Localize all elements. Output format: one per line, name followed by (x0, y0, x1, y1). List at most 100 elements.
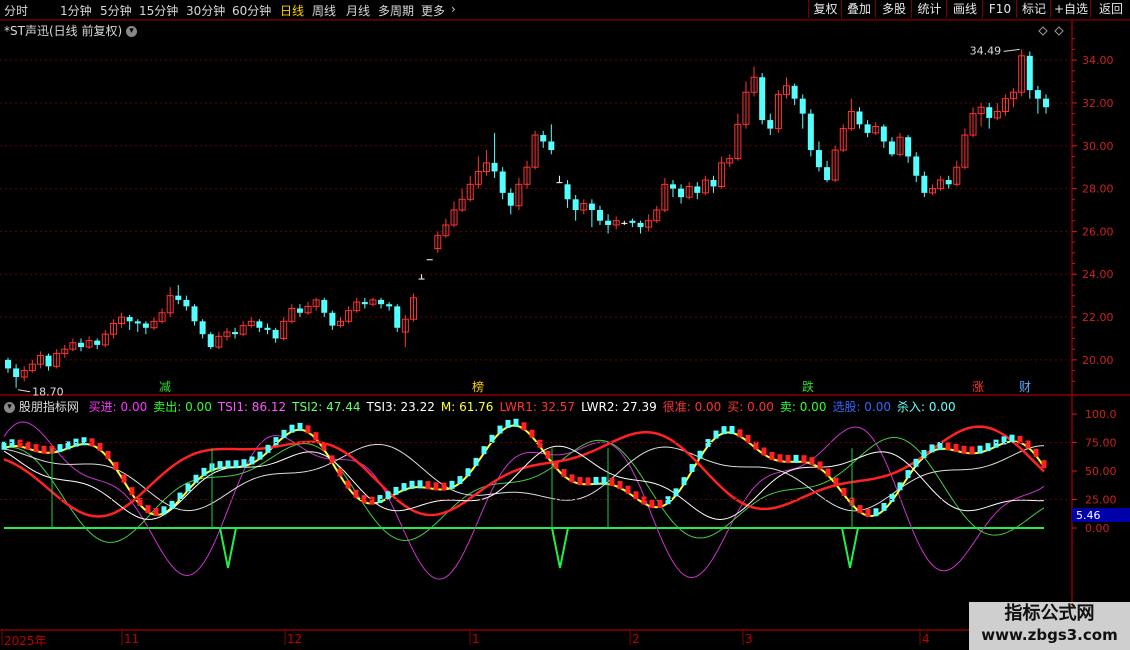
indicator-tick-label: 25.00 (1085, 494, 1117, 507)
toolbar-button-6[interactable]: 标记 (1016, 0, 1051, 18)
candle-body (774, 93, 782, 130)
signal-block (385, 491, 391, 500)
toolbar-button-2[interactable]: 多股 (875, 0, 912, 18)
price-tick-label: 20.00 (1082, 354, 1114, 367)
period-tab-3[interactable]: 15分钟 (139, 2, 178, 19)
toolbar-button-1[interactable]: 叠加 (841, 0, 876, 18)
signal-block (441, 482, 447, 491)
signal-block (401, 483, 407, 492)
indicator-value-5: M: 61.76 (440, 400, 494, 414)
signal-block (185, 483, 191, 492)
signal-block (457, 476, 463, 485)
toolbar-button-5[interactable]: F10 (982, 0, 1017, 18)
diamond-icon (1038, 26, 1048, 36)
signal-block (225, 460, 231, 469)
signal-block (89, 438, 95, 447)
period-tab-2[interactable]: 5分钟 (100, 2, 132, 19)
toolbar-button-8[interactable]: 返回 (1090, 0, 1130, 18)
low-price-label: 18.70 (32, 386, 64, 399)
indicator-tick-label: 0.00 (1085, 522, 1110, 535)
signal-block (889, 493, 895, 502)
period-tab-0[interactable]: 分时 (4, 2, 28, 19)
period-tab-4[interactable]: 30分钟 (186, 2, 225, 19)
toolbar-button-3[interactable]: 统计 (911, 0, 947, 18)
signal-block (345, 480, 351, 489)
toolbar-button-7[interactable]: +自选 (1050, 0, 1091, 18)
candle-body (694, 186, 701, 193)
signal-block (793, 454, 799, 463)
candle-body (685, 185, 693, 198)
period-tab-6[interactable]: 日线 (280, 2, 304, 19)
signal-block (1025, 440, 1031, 449)
top-toolbar: 分时 1分钟 5分钟 15分钟 30分钟 60分钟 日线 周线 月线 多周期 更多 › 复权 叠加 多股… (0, 0, 1130, 20)
candle-body (1043, 98, 1049, 108)
toolbar-button-0[interactable]: 复权 (808, 0, 842, 18)
signal-block (321, 442, 327, 451)
signal-block (97, 442, 103, 451)
signal-block (953, 443, 959, 452)
signal-block (537, 439, 543, 448)
candle-body (913, 156, 920, 176)
signal-block (905, 470, 911, 479)
date-label-4: 2 (632, 632, 640, 646)
chevron-down-icon[interactable]: ▾ (125, 26, 137, 37)
candle-body (53, 352, 61, 367)
signal-block (377, 495, 383, 504)
indicator-name[interactable]: 股朋指标网 (19, 400, 79, 414)
signal-block (609, 477, 615, 486)
candle-body (872, 125, 880, 134)
signal-block (585, 477, 591, 486)
signal-block (545, 450, 551, 459)
indicator-tick-label: 75.00 (1085, 437, 1117, 450)
signal-block (1001, 436, 1007, 445)
indicator-value-8: 很准: 0.00 (662, 400, 722, 414)
signal-block (393, 486, 399, 495)
lwr1-line (3, 425, 1045, 518)
signal-block (41, 445, 47, 454)
candle-body (596, 210, 603, 221)
signal-block (449, 480, 455, 489)
signal-block (121, 474, 127, 483)
signal-block (913, 458, 919, 467)
candle-body (928, 188, 936, 194)
candle-body (1034, 90, 1041, 99)
signal-block (873, 508, 879, 517)
signal-block (993, 439, 999, 448)
candle-body (572, 199, 579, 210)
diamond-icon (1054, 26, 1064, 36)
candle-body (158, 312, 166, 322)
signal-block (57, 444, 63, 453)
candle-body (61, 348, 69, 354)
period-tab-9[interactable]: 多周期 (378, 2, 414, 19)
candle-body (272, 329, 279, 339)
candle-body (864, 124, 871, 133)
candle-body (1026, 55, 1033, 91)
signal-block (593, 476, 599, 485)
candlestick-series (5, 49, 1049, 388)
watermark-title: 指标公式网 (1004, 603, 1095, 624)
period-tab-8[interactable]: 月线 (346, 2, 370, 19)
period-tab-5[interactable]: 60分钟 (232, 2, 271, 19)
indicator-value-2: TSI1: 86.12 (217, 400, 287, 414)
price-tick-label: 28.00 (1082, 183, 1114, 196)
indicator-value-4: TSI3: 23.22 (366, 400, 435, 414)
signal-block (729, 425, 735, 434)
candle-body (961, 134, 969, 168)
indicator-tick-label: 100.0 (1085, 408, 1117, 421)
signal-block (1041, 460, 1047, 469)
event-marker-0: 减 (159, 380, 171, 394)
period-tab-7[interactable]: 周线 (312, 2, 336, 19)
more-chevron-icon[interactable]: › (451, 2, 456, 16)
toolbar-button-4[interactable]: 画线 (946, 0, 983, 18)
signal-block (681, 477, 687, 486)
signal-block (129, 487, 135, 496)
chevron-down-icon[interactable]: ▾ (4, 402, 15, 413)
period-tab-10[interactable]: 更多 (421, 2, 445, 19)
candle-body (369, 299, 377, 305)
candle-body (896, 136, 904, 155)
signal-block (465, 468, 471, 477)
candle-body (482, 162, 490, 172)
period-tab-1[interactable]: 1分钟 (60, 2, 92, 19)
event-marker-2: 跌 (802, 379, 814, 394)
signal-block (177, 492, 183, 501)
